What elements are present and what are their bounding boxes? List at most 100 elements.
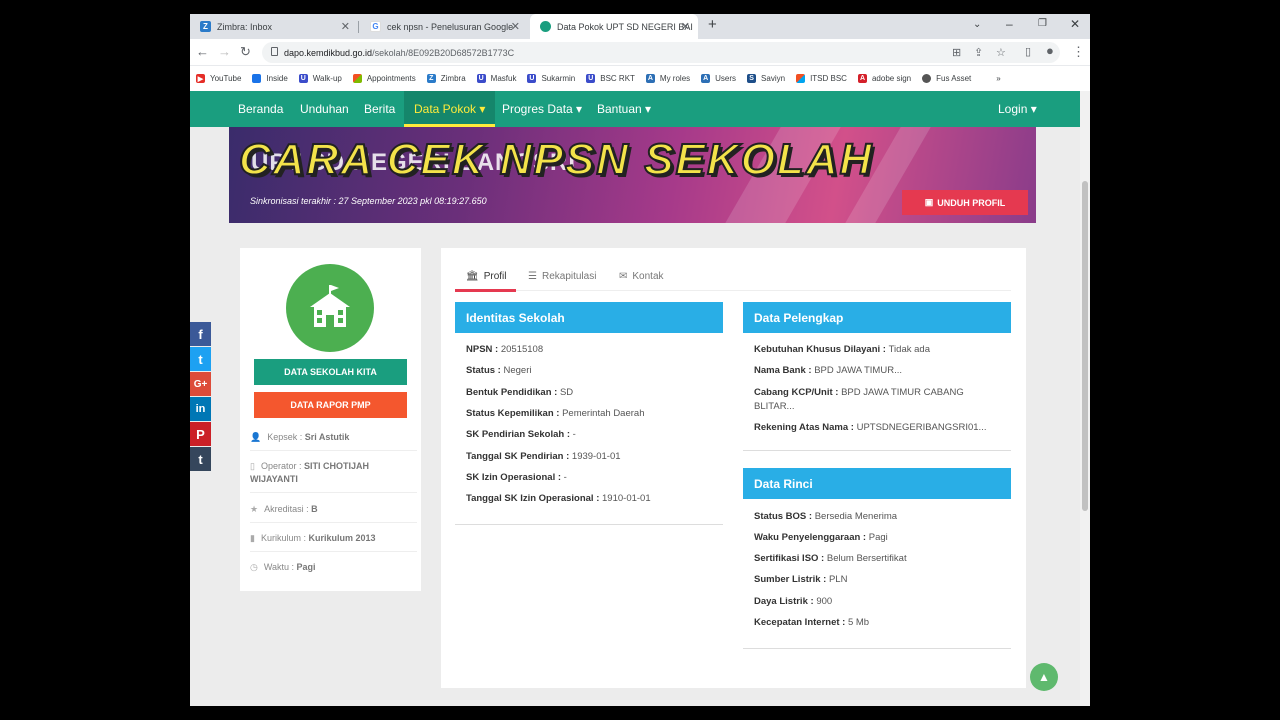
url-host: dapo.kemdikbud.go.id [284, 47, 373, 58]
akreditasi-value: B [311, 504, 318, 514]
minimize-icon[interactable]: – [1006, 17, 1013, 31]
bookmark-users[interactable]: A Users [701, 74, 736, 83]
nav-bantuan[interactable]: Bantuan ▾ [597, 91, 651, 127]
field-value: Belum Bersertifikat [826, 553, 907, 564]
tab-search-icon[interactable]: ⌄ [973, 19, 981, 30]
phone-icon: ▯ [250, 461, 255, 471]
nav-data-pokok[interactable]: Data Pokok ▾ [404, 91, 496, 127]
close-icon[interactable]: ✕ [681, 20, 690, 33]
u-icon: U [586, 74, 596, 83]
bookmark-my-roles[interactable]: A My roles [645, 74, 690, 83]
field-value: Pagi [868, 532, 888, 543]
bookmark-bsc-rkt[interactable]: U BSC RKT [586, 74, 635, 83]
panel-title: Identitas Sekolah [455, 302, 723, 333]
forward-icon[interactable]: → [218, 44, 231, 59]
back-icon[interactable]: ← [196, 44, 209, 59]
page-scrollbar[interactable] [1080, 91, 1090, 706]
url-bar[interactable]: dapo.kemdikbud.go.id/sekolah/8E092B20D68… [262, 42, 1060, 63]
twitter-share-icon[interactable]: t [190, 347, 211, 371]
kurikulum-label: Kurikulum : [260, 533, 309, 543]
info-row: Kebutuhan Khusus Dilayani : Tidak ada [754, 343, 994, 357]
tab-label: Profil [483, 271, 507, 282]
tab-separator [358, 21, 359, 33]
bookmark-inside[interactable]: Inside [252, 74, 288, 83]
close-icon[interactable]: ✕ [511, 20, 520, 33]
book-icon: ▮ [250, 533, 255, 543]
nav-berita[interactable]: Berita [364, 91, 395, 127]
field-label: Tanggal SK Pendirian : [466, 451, 572, 462]
bookmark-saviyn[interactable]: S Saviyn [747, 74, 785, 83]
bookmark-adobe-sign[interactable]: Aadobe sign [857, 74, 911, 83]
scroll-to-top-button[interactable]: ▲ [1030, 663, 1058, 691]
bookmark-label: Fus Asset [936, 74, 972, 83]
linkedin-share-icon[interactable]: in [190, 397, 211, 421]
download-profile-button[interactable]: ▣ UNDUH PROFIL [902, 190, 1028, 215]
scrollbar-thumb[interactable] [1082, 181, 1088, 511]
browser-window: Z Zimbra: Inbox ✕ G cek npsn - Penelusur… [190, 14, 1090, 706]
nav-login[interactable]: Login ▾ [998, 91, 1037, 127]
field-label: Sertifikasi ISO : [754, 553, 827, 564]
nav-beranda[interactable]: Beranda [238, 91, 283, 127]
operator-label: Operator : [260, 461, 304, 471]
tab-profil[interactable]: 🏛 Profil [466, 271, 507, 282]
field-label: SK Pendirian Sekolah : [466, 429, 573, 440]
bookmark-itsd-bsc[interactable]: ITSD BSC [796, 74, 847, 83]
bookmark-sukarmin[interactable]: U Sukarmin [527, 74, 575, 83]
nav-unduhan[interactable]: Unduhan [300, 91, 349, 127]
tab-divider [455, 290, 1011, 291]
pinterest-share-icon[interactable]: P [190, 422, 211, 446]
microsoft-icon [796, 74, 806, 83]
close-icon[interactable]: ✕ [341, 20, 350, 33]
restore-icon[interactable]: ❐ [1038, 18, 1047, 29]
tab-kontak[interactable]: ✉ Kontak [619, 271, 664, 282]
field-label: Kebutuhan Khusus Dilayani : [754, 344, 889, 355]
info-row: Nama Bank : BPD JAWA TIMUR... [754, 364, 994, 378]
data-pelengkap-panel: Data Pelengkap Kebutuhan Khusus Dilayani… [743, 302, 1011, 451]
school-banner: UPT SD NEGERI BANGSRI CARA CEK NPSN SEKO… [229, 127, 1036, 223]
data-sekolah-kita-button[interactable]: DATA SEKOLAH KITA [254, 359, 407, 385]
browser-tab-google[interactable]: G cek npsn - Penelusuran Google ✕ [360, 14, 528, 39]
reload-icon[interactable]: ↻ [240, 44, 251, 60]
bookmark-walkup[interactable]: U Walk-up [298, 74, 342, 83]
field-label: Kecepatan Internet : [754, 617, 848, 628]
bookmark-label: ITSD BSC [810, 74, 847, 83]
bookmark-zimbra[interactable]: Z Zimbra [426, 74, 466, 83]
info-row: SK Izin Operasional : - [466, 471, 567, 485]
active-tab-indicator [455, 289, 516, 292]
tumblr-share-icon[interactable]: t [190, 447, 211, 471]
sidebar-icon[interactable]: ▯ [1025, 45, 1031, 58]
field-value: 20515108 [500, 344, 544, 355]
bookmark-label: BSC RKT [600, 74, 635, 83]
facebook-share-icon[interactable]: f [190, 322, 211, 346]
google-icon: G [370, 21, 381, 32]
nav-progres-data[interactable]: Progres Data ▾ [502, 91, 582, 127]
data-rinci-panel: Data Rinci Status BOS : Bersedia Menerim… [743, 468, 1011, 649]
download-profile-label: UNDUH PROFIL [937, 197, 1006, 208]
field-label: Status : [466, 365, 504, 376]
waktu-info: ◷ Waktu : Pagi [250, 561, 417, 580]
bookmark-appointments[interactable]: Appointments [352, 74, 416, 83]
bookmark-youtube[interactable]: ▶ YouTube [196, 74, 241, 83]
bookmark-label: YouTube [210, 74, 242, 83]
bookmark-fus-asset[interactable]: Fus Asset [922, 74, 971, 83]
browser-tab-zimbra[interactable]: Z Zimbra: Inbox ✕ [190, 14, 358, 39]
data-rapor-pmp-button[interactable]: DATA RAPOR PMP [254, 392, 407, 418]
bookmark-masfuk[interactable]: U Masfuk [476, 74, 516, 83]
new-tab-button[interactable]: + [708, 16, 717, 33]
info-row: Waku Penyelenggaraan : Pagi [754, 531, 888, 545]
info-row: Sumber Listrik : PLN [754, 573, 847, 587]
menu-icon[interactable]: ⋮ [1072, 44, 1085, 60]
inside-icon [252, 74, 262, 83]
info-row: SK Pendirian Sekolah : - [466, 428, 576, 442]
info-row: Status : Negeri [466, 364, 531, 378]
bookmark-star-icon[interactable]: ☆ [996, 46, 1006, 59]
tab-rekapitulasi[interactable]: ☰ Rekapitulasi [528, 271, 596, 282]
info-row: Bentuk Pendidikan : SD [466, 386, 573, 400]
close-window-icon[interactable]: ✕ [1070, 17, 1080, 31]
translate-icon[interactable]: ⊞ [952, 46, 961, 59]
more-bookmarks-icon[interactable]: » [996, 74, 1000, 83]
profile-icon[interactable]: ● [1046, 43, 1054, 58]
googleplus-share-icon[interactable]: G+ [190, 372, 211, 396]
share-icon[interactable]: ⇪ [974, 46, 983, 59]
browser-tab-dapo[interactable]: Data Pokok UPT SD NEGERI BAI ✕ [530, 14, 698, 39]
